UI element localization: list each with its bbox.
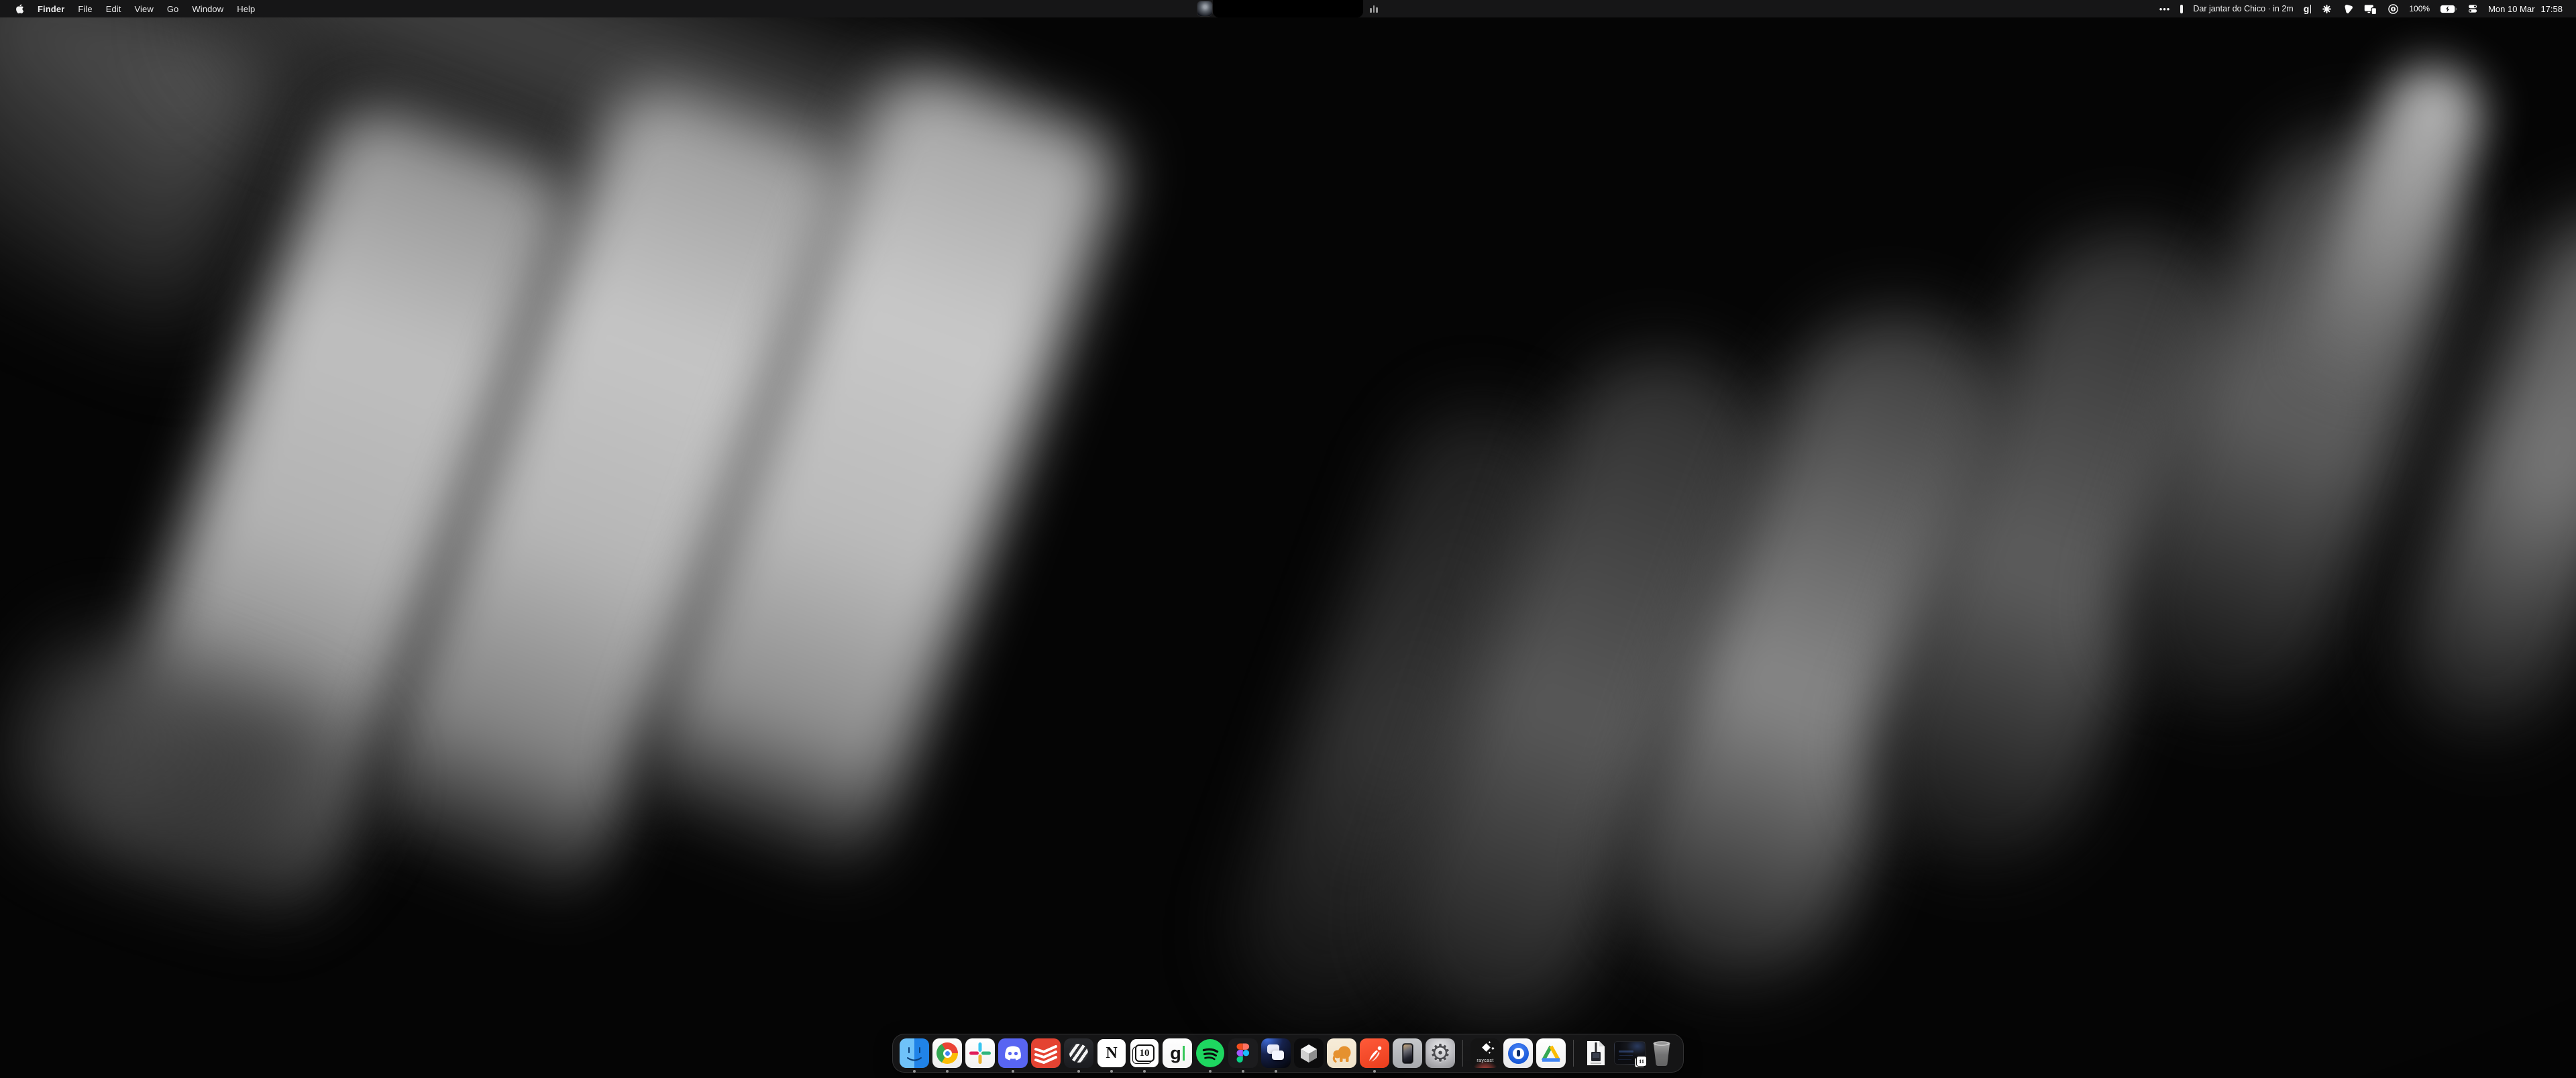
dock-separator [1573,1040,1574,1067]
dock-trash[interactable] [1647,1038,1676,1068]
dock-app-mammoth[interactable] [1327,1038,1356,1068]
dock: N 10 g [892,1034,1684,1073]
dock-separator [1462,1040,1463,1067]
dock-app-figma[interactable] [1228,1038,1258,1068]
dock-app-discord[interactable] [998,1038,1028,1068]
slack-icon [965,1038,995,1068]
desktop-wallpaper [0,17,2576,1078]
pick-menubar-icon[interactable] [2343,0,2354,17]
granola-icon: g [1163,1038,1192,1068]
dock-minimized-window[interactable]: 11 [1614,1038,1644,1068]
menu-item-view[interactable]: View [128,0,160,17]
superhuman-icon [1360,1038,1389,1068]
menu-item-window[interactable]: Window [185,0,230,17]
iphone-mirroring-icon [1393,1038,1422,1068]
screen-studio-icon [1261,1038,1291,1068]
time-text: 17:58 [2540,4,2563,14]
now-playing-equalizer-icon[interactable] [1370,5,1378,13]
menu-item-help[interactable]: Help [230,0,262,17]
google-drive-icon [1536,1038,1566,1068]
now-playing-album-art[interactable] [1197,1,1212,16]
menu-bar-clock[interactable]: Mon 10 Mar 17:58 [2488,0,2563,17]
notion-icon: N [1097,1038,1126,1068]
control-center-icon[interactable] [2467,0,2478,17]
menu-item-edit[interactable]: Edit [99,0,128,17]
mammoth-icon [1327,1038,1356,1068]
dock-app-granola[interactable]: g [1163,1038,1192,1068]
date-text: Mon 10 Mar [2488,4,2534,14]
granola-menubar-icon[interactable]: g [2304,0,2312,17]
menu-item-go[interactable]: Go [160,0,186,17]
menu-bar-left: Finder File Edit View Go Window Help [0,0,262,17]
dock-app-slack[interactable] [965,1038,995,1068]
cube-app-icon [1294,1038,1324,1068]
dock-app-iphone-mirroring[interactable] [1393,1038,1422,1068]
hidden-items-overflow-icon[interactable]: ••• [2159,0,2171,17]
finder-icon [900,1038,929,1068]
menubar-divider-icon[interactable] [2180,5,2183,13]
wallpaper-vignette [0,17,2576,1078]
dock-app-finder[interactable] [900,1038,929,1068]
dock-app-spotify[interactable] [1195,1038,1225,1068]
reminder-status-text[interactable]: Dar jantar do Chico · in 2m [2193,0,2293,17]
screen-mirroring-menubar-icon[interactable] [2364,0,2377,17]
raycast-icon: raycast [1470,1038,1500,1068]
apple-logo-icon [15,3,24,14]
dock-app-linear[interactable] [1064,1038,1093,1068]
dock-app-system-settings[interactable]: ⚙ [1426,1038,1455,1068]
1password-menubar-icon[interactable] [2387,0,2399,17]
spotify-icon [1195,1038,1225,1068]
dock-app-1password[interactable] [1503,1038,1533,1068]
dock-app-superhuman[interactable] [1360,1038,1389,1068]
dock-app-google-drive[interactable] [1536,1038,1566,1068]
starburst-menubar-icon[interactable] [2321,0,2332,17]
dock-app-chrome[interactable] [932,1038,962,1068]
minimized-window-thumbnail: 11 [1614,1041,1646,1065]
dock-container: N 10 g [0,1034,2576,1073]
menu-bar-status: ••• Dar jantar do Chico · in 2m g [2159,0,2576,17]
discord-icon [998,1038,1028,1068]
todoist-icon [1031,1038,1061,1068]
menu-item-file[interactable]: File [71,0,99,17]
camera-notch [1213,0,1363,17]
1password-icon [1503,1038,1533,1068]
figma-icon [1228,1038,1258,1068]
chrome-icon [932,1038,962,1068]
battery-icon[interactable] [2440,0,2457,17]
notion-calendar-badge-icon: 11 [1636,1056,1647,1067]
dock-app-screen-studio[interactable] [1261,1038,1291,1068]
dock-app-todoist[interactable] [1031,1038,1061,1068]
dock-app-raycast[interactable]: raycast [1470,1038,1500,1068]
notion-calendar-icon: 10 [1130,1038,1159,1068]
macos-desktop: Finder File Edit View Go Window Help •••… [0,0,2576,1078]
system-settings-icon: ⚙ [1426,1038,1455,1068]
dock-app-notion-calendar[interactable]: 10 [1130,1038,1159,1068]
battery-percent-text: 100% [2409,0,2430,17]
dock-downloads-file[interactable] [1581,1038,1611,1068]
gear-icon: ⚙ [1430,1041,1451,1065]
menu-item-finder[interactable]: Finder [31,0,71,17]
apple-menu[interactable] [8,0,31,17]
trash-icon [1647,1038,1676,1068]
dock-app-notion[interactable]: N [1097,1038,1126,1068]
dock-app-cube[interactable] [1294,1038,1324,1068]
linear-icon [1064,1038,1093,1068]
downloads-file-icon [1581,1038,1611,1068]
